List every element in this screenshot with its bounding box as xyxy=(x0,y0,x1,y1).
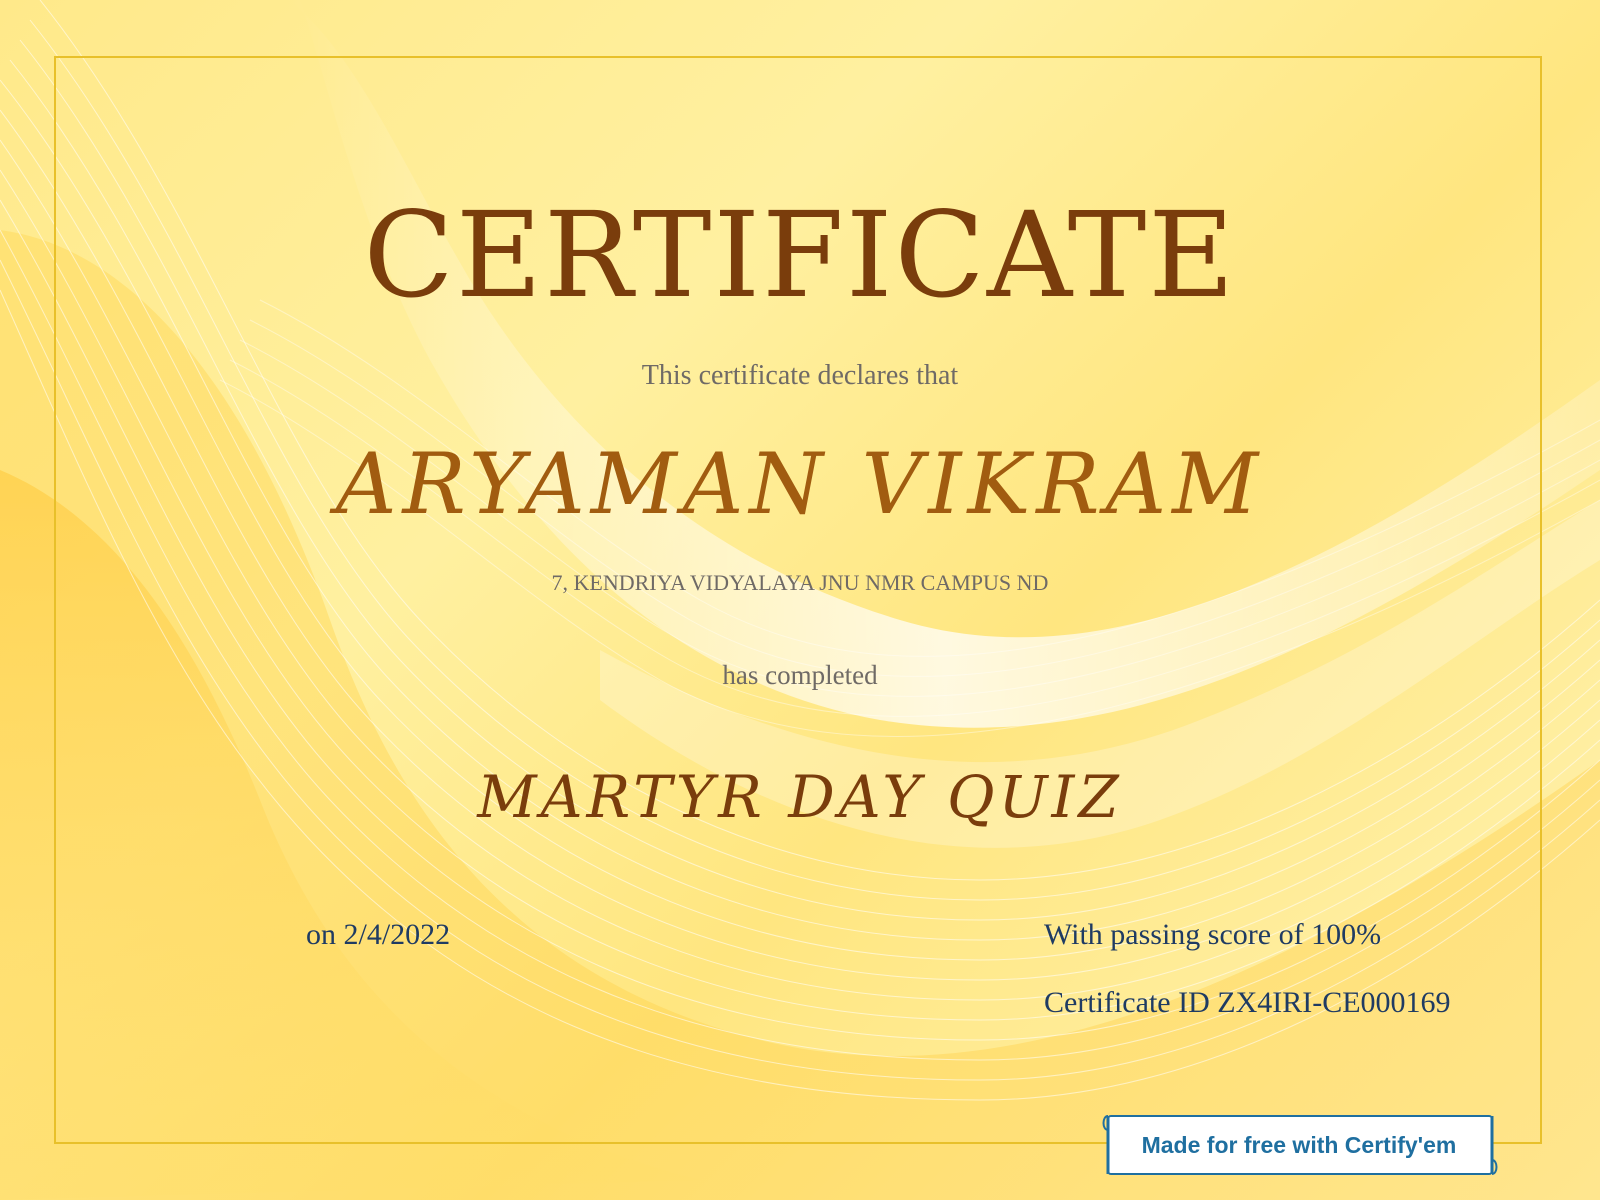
certificate-title: CERTIFICATE xyxy=(363,186,1237,324)
course-name: MARTYR DAY QUIZ xyxy=(477,763,1123,831)
certificate-id: Certificate ID ZX4IRI-CE000169 xyxy=(1044,986,1451,1019)
badge-label: Made for free with Certify'em xyxy=(1141,1132,1457,1158)
certificate: CERTIFICATE This certificate declares th… xyxy=(0,0,1600,1200)
completed-text: has completed xyxy=(722,660,878,690)
recipient-name: ARYAMAN VIKRAM xyxy=(335,435,1265,533)
certificate-subtitle: This certificate declares that xyxy=(641,360,959,391)
passing-score: With passing score of 100% xyxy=(1044,918,1382,951)
recipient-school: 7, KENDRIYA VIDYALAYA JNU NMR CAMPUS ND xyxy=(551,570,1049,595)
completion-date: on 2/4/2022 xyxy=(306,918,451,951)
certifyem-badge[interactable]: Made for free with Certify'em xyxy=(1100,1110,1498,1180)
